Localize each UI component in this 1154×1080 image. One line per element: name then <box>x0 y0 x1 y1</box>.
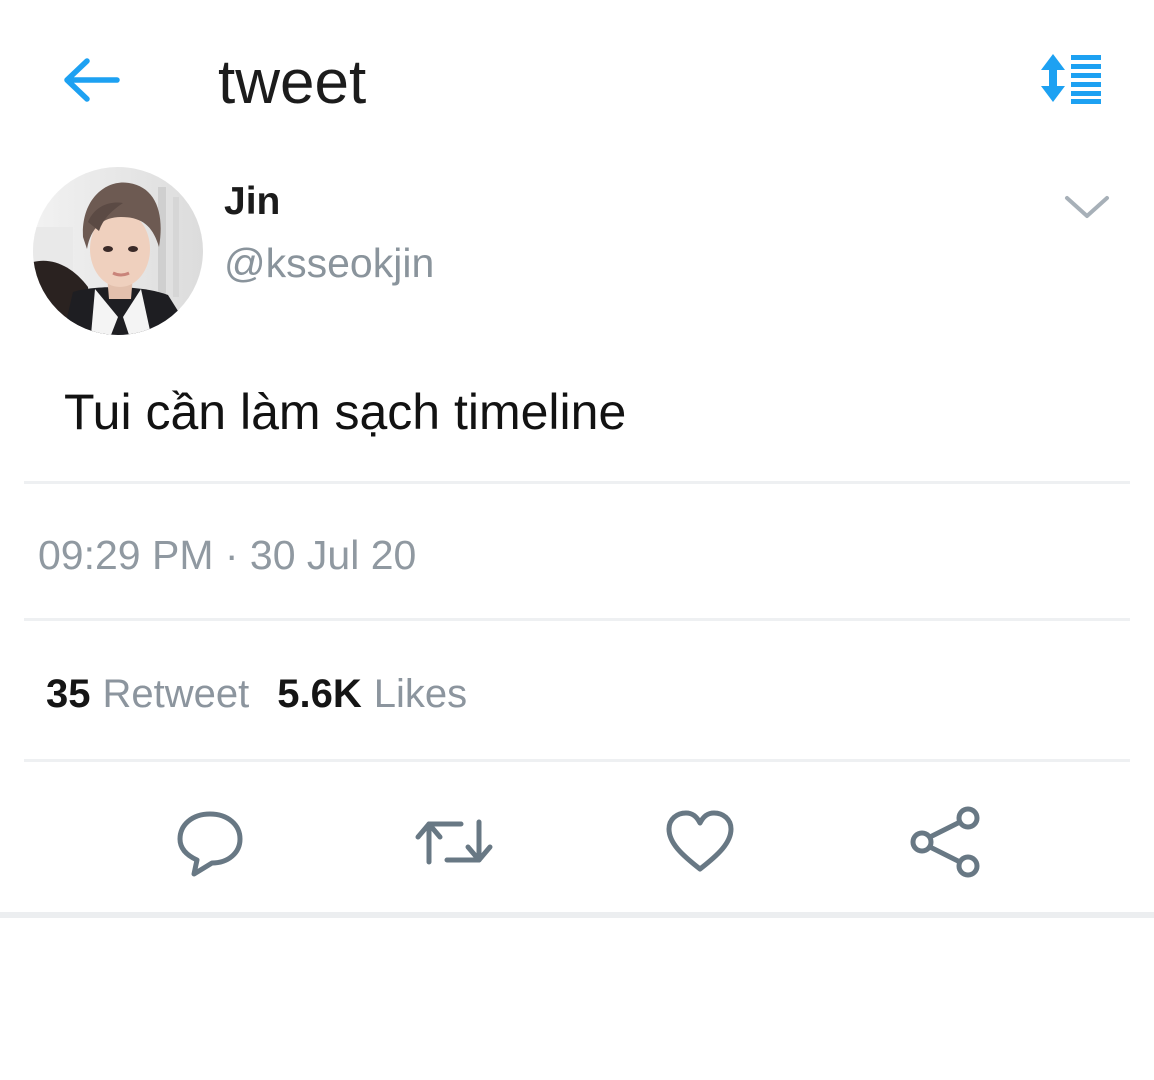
divider <box>24 481 1130 484</box>
like-button[interactable] <box>658 800 742 884</box>
page-title: tweet <box>218 48 367 117</box>
avatar-image <box>33 167 203 335</box>
likes-label[interactable]: Likes <box>374 668 467 720</box>
bottom-divider <box>0 912 1154 918</box>
user-handle[interactable]: @ksseokjin <box>224 238 434 288</box>
retweet-label[interactable]: Retweet <box>103 668 250 720</box>
display-name[interactable]: Jin <box>224 178 280 226</box>
sort-button[interactable] <box>1030 48 1110 108</box>
reply-button[interactable] <box>168 800 252 884</box>
retweet-icon <box>415 819 493 865</box>
retweet-count[interactable]: 35 <box>46 668 91 720</box>
tweet-stats: 35 Retweet 5.6K Likes <box>46 668 467 720</box>
more-options-button[interactable] <box>1052 180 1122 236</box>
share-button[interactable] <box>904 800 988 884</box>
sort-list-icon <box>1041 54 1101 104</box>
chevron-down-icon <box>1065 196 1109 218</box>
tweet-text: Tui cần làm sạch timeline <box>64 384 627 440</box>
tweet-timestamp: 09:29 PM · 30 Jul 20 <box>38 532 417 578</box>
arrow-left-icon <box>64 58 120 102</box>
back-button[interactable] <box>52 50 128 110</box>
divider <box>24 618 1130 621</box>
retweet-button[interactable] <box>412 800 496 884</box>
divider <box>24 759 1130 762</box>
avatar[interactable] <box>33 167 203 335</box>
likes-count[interactable]: 5.6K <box>277 668 362 720</box>
heart-icon <box>666 810 734 872</box>
share-icon <box>910 806 980 878</box>
reply-icon <box>177 811 243 877</box>
